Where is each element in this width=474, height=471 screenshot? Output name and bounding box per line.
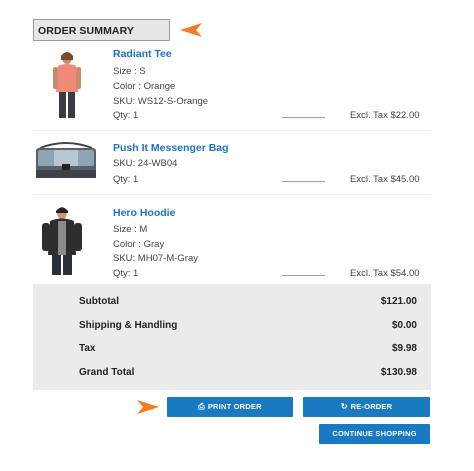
product-qty: Qty: 1 xyxy=(113,110,139,121)
order-summary-title: ORDER SUMMARY xyxy=(33,19,170,41)
tax-value: $9.98 xyxy=(391,343,417,354)
refresh-icon: ↻ xyxy=(340,402,348,411)
printer-icon: ⎙ xyxy=(198,402,205,411)
product-sku: SKU: MH07-M-Gray xyxy=(113,253,198,264)
tax-label: Tax xyxy=(79,343,96,354)
divider xyxy=(282,275,325,276)
product-name-link[interactable]: Hero Hoodie xyxy=(113,207,175,219)
divider xyxy=(33,130,431,131)
product-price: Excl. Tax $22.00 xyxy=(350,110,420,121)
product-size: Size : M xyxy=(113,224,148,235)
grand-total-label: Grand Total xyxy=(79,367,135,378)
product-image[interactable] xyxy=(30,140,102,184)
divider xyxy=(282,181,325,182)
product-image[interactable] xyxy=(30,205,102,277)
shipping-label: Shipping & Handling xyxy=(79,320,178,331)
arrow-pointer-icon xyxy=(137,400,159,414)
product-image[interactable] xyxy=(30,50,102,120)
product-size: Size : S xyxy=(113,66,146,77)
product-color: Color : Gray xyxy=(113,239,165,250)
product-qty: Qty: 1 xyxy=(113,174,139,185)
shipping-value: $0.00 xyxy=(391,320,417,331)
product-name-link[interactable]: Push It Messenger Bag xyxy=(113,142,229,154)
product-price: Excl. Tax $45.00 xyxy=(350,174,420,185)
reorder-button[interactable]: ↻ RE-ORDER xyxy=(303,397,430,417)
product-color: Color : Orange xyxy=(113,81,176,92)
grand-total-value: $130.98 xyxy=(380,367,417,378)
divider xyxy=(33,194,431,195)
print-order-button[interactable]: ⎙ PRINT ORDER xyxy=(167,397,293,417)
product-qty: Qty: 1 xyxy=(113,268,139,279)
continue-shopping-button[interactable]: CONTINUE SHOPPING xyxy=(319,424,430,444)
divider xyxy=(282,117,325,118)
product-sku: SKU: WS12-S-Orange xyxy=(113,96,209,107)
arrow-pointer-icon xyxy=(180,23,202,37)
product-name-link[interactable]: Radiant Tee xyxy=(113,48,172,60)
product-price: Excl. Tax $54.00 xyxy=(350,268,420,279)
subtotal-label: Subtotal xyxy=(79,296,119,307)
order-totals-panel: Subtotal $121.00 Shipping & Handling $0.… xyxy=(33,284,431,390)
product-sku: SKU: 24-WB04 xyxy=(113,158,178,169)
subtotal-value: $121.00 xyxy=(380,296,417,307)
